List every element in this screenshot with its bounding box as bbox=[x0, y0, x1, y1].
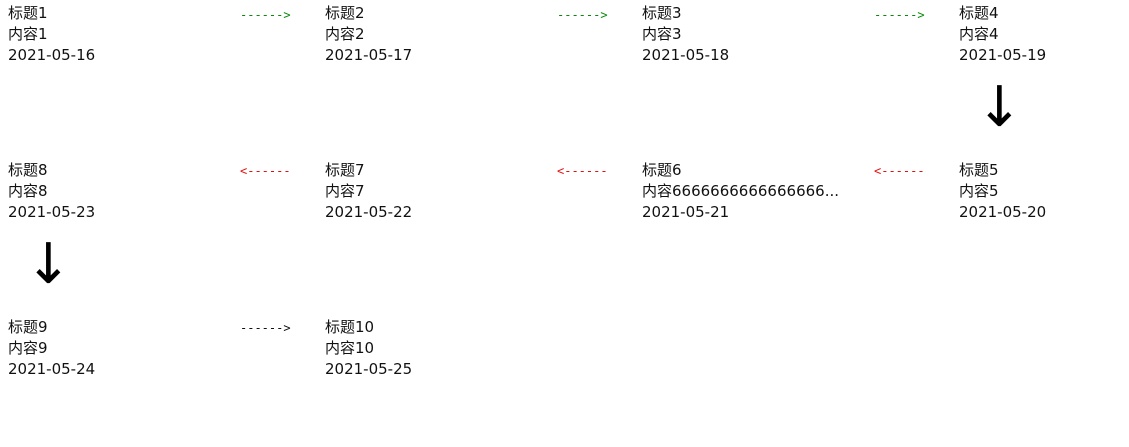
timeline-card: 标题3 内容3 2021-05-18 bbox=[642, 3, 872, 66]
timeline-card: 标题8 内容8 2021-05-23 bbox=[8, 160, 238, 223]
right-arrow-icon: ------> bbox=[240, 321, 291, 335]
card-title: 标题2 bbox=[325, 4, 365, 22]
card-content: 内容2 bbox=[325, 25, 365, 43]
timeline-card: 标题4 内容4 2021-05-19 bbox=[959, 3, 1129, 66]
timeline-card: 标题5 内容5 2021-05-20 bbox=[959, 160, 1129, 223]
left-arrow-icon: <------ bbox=[874, 164, 925, 178]
right-arrow-icon: ------> bbox=[240, 8, 291, 22]
timeline-card: 标题6 内容6666666666666666... 2021-05-21 bbox=[642, 160, 872, 223]
card-title: 标题5 bbox=[959, 161, 999, 179]
card-date: 2021-05-20 bbox=[959, 203, 1047, 221]
card-title: 标题7 bbox=[325, 161, 365, 179]
card-content: 内容6666666666666666... bbox=[642, 182, 839, 200]
card-content: 内容4 bbox=[959, 25, 999, 43]
card-title: 标题6 bbox=[642, 161, 682, 179]
card-date: 2021-05-21 bbox=[642, 203, 730, 221]
right-arrow-icon: ------> bbox=[874, 8, 925, 22]
card-date: 2021-05-24 bbox=[8, 360, 96, 378]
card-title: 标题4 bbox=[959, 4, 999, 22]
card-title: 标题9 bbox=[8, 318, 48, 336]
card-date: 2021-05-16 bbox=[8, 46, 96, 64]
right-arrow-icon: ------> bbox=[557, 8, 608, 22]
card-content: 内容8 bbox=[8, 182, 48, 200]
timeline-card: 标题10 内容10 2021-05-25 bbox=[325, 317, 555, 380]
timeline-card: 标题1 内容1 2021-05-16 bbox=[8, 3, 238, 66]
card-title: 标题10 bbox=[325, 318, 375, 336]
card-title: 标题1 bbox=[8, 4, 48, 22]
timeline-card: 标题9 内容9 2021-05-24 bbox=[8, 317, 238, 380]
left-arrow-icon: <------ bbox=[557, 164, 608, 178]
card-content: 内容7 bbox=[325, 182, 365, 200]
card-date: 2021-05-19 bbox=[959, 46, 1047, 64]
card-content: 内容9 bbox=[8, 339, 48, 357]
timeline-card: 标题2 内容2 2021-05-17 bbox=[325, 3, 555, 66]
down-arrow-icon: ↓ bbox=[25, 232, 72, 297]
card-date: 2021-05-18 bbox=[642, 46, 730, 64]
card-title: 标题8 bbox=[8, 161, 48, 179]
card-title: 标题3 bbox=[642, 4, 682, 22]
timeline-card: 标题7 内容7 2021-05-22 bbox=[325, 160, 555, 223]
down-arrow-icon: ↓ bbox=[976, 75, 1023, 140]
card-content: 内容1 bbox=[8, 25, 48, 43]
card-content: 内容5 bbox=[959, 182, 999, 200]
card-content: 内容10 bbox=[325, 339, 375, 357]
card-date: 2021-05-25 bbox=[325, 360, 413, 378]
card-date: 2021-05-17 bbox=[325, 46, 413, 64]
left-arrow-icon: <------ bbox=[240, 164, 291, 178]
card-date: 2021-05-23 bbox=[8, 203, 96, 221]
card-content: 内容3 bbox=[642, 25, 682, 43]
card-date: 2021-05-22 bbox=[325, 203, 413, 221]
